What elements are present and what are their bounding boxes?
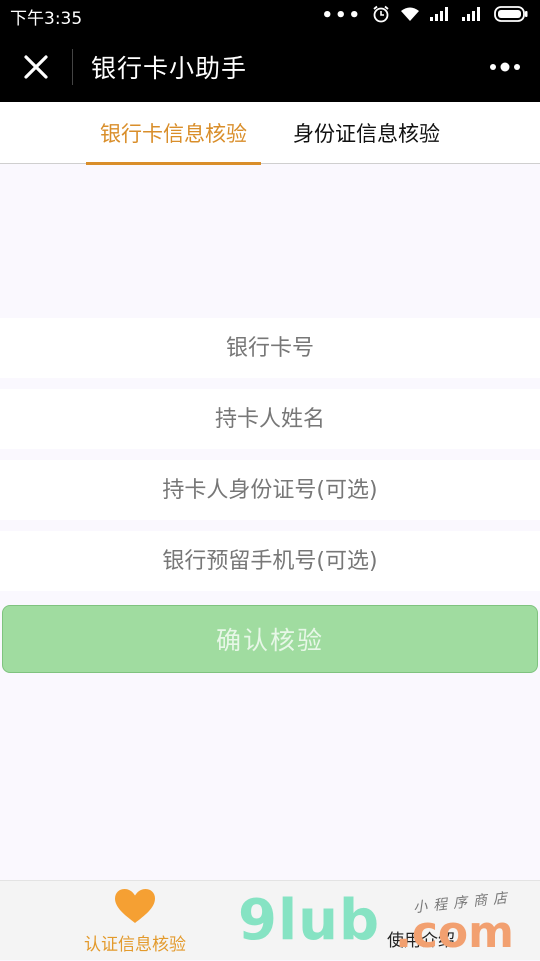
battery-icon (494, 5, 528, 27)
signal-icon (430, 6, 452, 26)
holder-name-field-row (0, 389, 540, 449)
status-bar: 下午3:35 ••• (0, 0, 540, 32)
phone-field-row (0, 531, 540, 591)
status-time: 下午3:35 (10, 8, 83, 29)
id-number-field-row (0, 460, 540, 520)
phone-input[interactable] (0, 531, 540, 591)
top-tabs: 银行卡信息核验 身份证信息核验 (0, 102, 540, 165)
bottom-tab-verify-label: 认证信息核验 (84, 934, 186, 955)
notification-dots: ••• (321, 5, 362, 26)
confirm-verify-button[interactable]: 确认核验 (2, 605, 538, 673)
bottom-tab-bar: 认证信息核验 使用介绍 (0, 880, 540, 960)
wifi-icon (400, 6, 420, 27)
bottom-tab-intro-label: 使用介绍 (387, 931, 455, 951)
more-dots-icon (490, 62, 520, 72)
heart-icon (115, 888, 155, 923)
tab-bank-card-verify[interactable]: 银行卡信息核验 (86, 102, 261, 165)
tab-id-card-verify[interactable]: 身份证信息核验 (279, 102, 454, 164)
holder-name-input[interactable] (0, 389, 540, 449)
status-icons: ••• (321, 5, 528, 28)
more-button[interactable] (470, 32, 540, 102)
bottom-tab-verify[interactable]: 认证信息核验 (0, 881, 270, 961)
close-button[interactable] (0, 32, 72, 102)
card-number-input[interactable] (0, 318, 540, 378)
signal-icon-2 (462, 6, 484, 26)
verify-form (0, 318, 540, 602)
alarm-icon (372, 5, 390, 28)
nav-title: 银行卡小助手 (91, 54, 248, 83)
nav-bar: 银行卡小助手 (0, 32, 540, 102)
id-number-input[interactable] (0, 460, 540, 520)
nav-divider (72, 49, 73, 85)
bottom-tab-intro[interactable]: 使用介绍 (270, 881, 540, 961)
card-number-field-row (0, 318, 540, 378)
close-icon (24, 55, 48, 79)
